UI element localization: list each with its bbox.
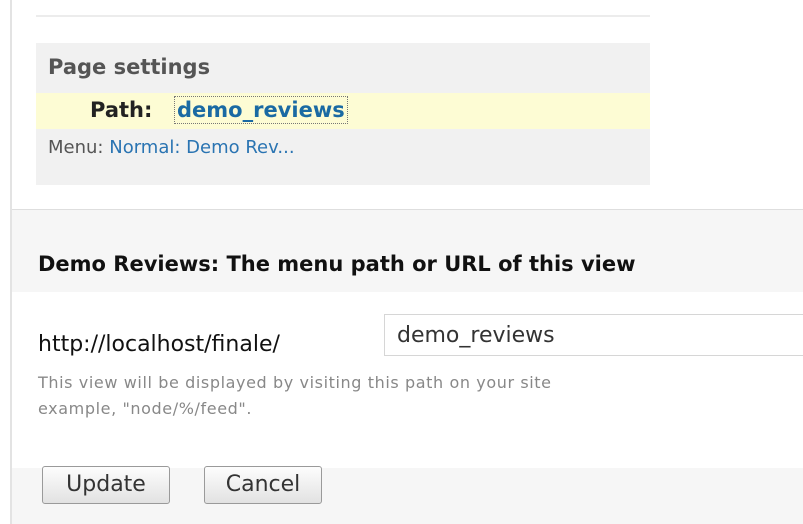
url-prefix: http://localhost/finale/	[38, 332, 280, 357]
path-label: Path:	[90, 98, 153, 122]
menu-link[interactable]: Normal: Demo Rev...	[109, 137, 294, 158]
menu-setting-row: Menu: Normal: Demo Rev...	[48, 137, 295, 158]
path-form-section: Demo Reviews: The menu path or URL of th…	[12, 210, 803, 524]
update-button[interactable]: Update	[42, 466, 170, 504]
page-settings-title: Page settings	[48, 55, 211, 79]
top-separator	[36, 15, 650, 17]
menu-label: Menu:	[48, 137, 104, 158]
path-link[interactable]: demo_reviews	[174, 96, 348, 124]
help-text-line: This view will be displayed by visiting …	[38, 373, 552, 392]
help-text-line: example, "node/%/feed".	[38, 399, 253, 418]
path-input[interactable]	[384, 314, 803, 356]
path-setting-row: Path: demo_reviews	[36, 93, 650, 129]
cancel-button[interactable]: Cancel	[204, 466, 322, 504]
help-text: This view will be displayed by visiting …	[38, 370, 803, 422]
path-form-panel: http://localhost/finale/ This view will …	[12, 292, 803, 468]
path-form-title: Demo Reviews: The menu path or URL of th…	[38, 252, 636, 276]
page-settings-panel: Page settings Path: demo_reviews Menu: N…	[36, 43, 650, 185]
